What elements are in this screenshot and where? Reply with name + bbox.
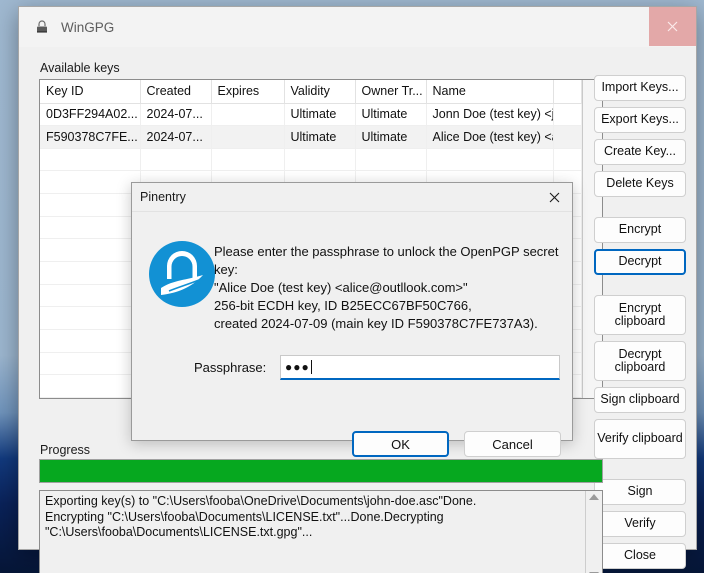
encrypt-button[interactable]: Encrypt [594, 217, 686, 243]
available-keys-label: Available keys [40, 61, 120, 75]
cell-validity: Ultimate [284, 125, 356, 149]
table-row[interactable]: 0D3FF294A02... 2024-07... Ultimate Ultim… [40, 103, 582, 127]
window-title: WinGPG [61, 19, 115, 35]
column-header-name[interactable]: Name [426, 80, 554, 104]
cell-name: Alice Doe (test key) <al... [426, 125, 554, 149]
cell-owner-trust: Ultimate [355, 103, 427, 127]
decrypt-clipboard-button[interactable]: Decrypt clipboard [594, 341, 686, 381]
action-button-column: Import Keys... Export Keys... Create Key… [594, 75, 686, 573]
column-header-expires[interactable]: Expires [211, 80, 285, 104]
pinentry-dialog: Pinentry Please enter the passphrase to … [131, 182, 573, 457]
cell-validity: Ultimate [284, 103, 356, 127]
verify-clipboard-button[interactable]: Verify clipboard [594, 419, 686, 459]
log-output-panel: Exporting key(s) to "C:\Users\fooba\OneD… [39, 490, 603, 573]
button-group-separator [594, 281, 686, 295]
cell-name: Jonn Doe (test key) <jo... [426, 103, 554, 127]
lock-icon [33, 18, 51, 36]
export-keys-button[interactable]: Export Keys... [594, 107, 686, 133]
cell-created: 2024-07... [140, 103, 212, 127]
sign-button[interactable]: Sign [594, 479, 686, 505]
create-key-button[interactable]: Create Key... [594, 139, 686, 165]
window-close-button[interactable] [649, 7, 696, 46]
cell-key-id: 0D3FF294A02... [40, 103, 141, 127]
pinentry-title-bar: Pinentry [132, 183, 572, 212]
title-bar: WinGPG [19, 7, 696, 47]
column-header-owner-trust[interactable]: Owner Tr... [355, 80, 427, 104]
pinentry-message: Please enter the passphrase to unlock th… [214, 244, 559, 331]
delete-keys-button[interactable]: Delete Keys [594, 171, 686, 197]
cell-pad [553, 103, 582, 127]
button-group-separator [594, 203, 686, 217]
pinentry-title: Pinentry [140, 190, 186, 204]
close-button[interactable]: Close [594, 543, 686, 569]
passphrase-input[interactable]: ●●● [280, 355, 560, 380]
cell-pad [553, 125, 582, 149]
column-header-validity[interactable]: Validity [284, 80, 356, 104]
button-group-separator [594, 465, 686, 479]
passphrase-value: ●●● [285, 360, 310, 374]
cell-owner-trust: Ultimate [355, 125, 427, 149]
close-icon [667, 21, 678, 32]
text-caret [310, 360, 312, 374]
cancel-button[interactable]: Cancel [464, 431, 561, 457]
cell-expires [211, 125, 285, 149]
table-row-empty [40, 148, 582, 172]
passphrase-label: Passphrase: [194, 360, 267, 375]
cell-created: 2024-07... [140, 125, 212, 149]
log-scrollbar[interactable] [585, 491, 602, 573]
sign-clipboard-button[interactable]: Sign clipboard [594, 387, 686, 413]
log-text: Exporting key(s) to "C:\Users\fooba\OneD… [45, 494, 477, 539]
column-header-key-id[interactable]: Key ID [40, 80, 141, 104]
decrypt-button[interactable]: Decrypt [594, 249, 686, 275]
import-keys-button[interactable]: Import Keys... [594, 75, 686, 101]
close-icon [549, 192, 559, 202]
pinentry-button-row: OK Cancel [352, 431, 561, 457]
keys-table-header-row: Key ID Created Expires Validity Owner Tr… [40, 80, 582, 104]
verify-button[interactable]: Verify [594, 511, 686, 537]
pinentry-padlock-logo-icon [147, 239, 217, 309]
cell-expires [211, 103, 285, 127]
column-header-created[interactable]: Created [140, 80, 212, 104]
cell-key-id: F590378C7FE... [40, 125, 141, 149]
encrypt-clipboard-button[interactable]: Encrypt clipboard [594, 295, 686, 335]
ok-button[interactable]: OK [352, 431, 449, 457]
progress-label: Progress [40, 443, 91, 457]
table-row[interactable]: F590378C7FE... 2024-07... Ultimate Ultim… [40, 125, 582, 149]
pinentry-close-button[interactable] [542, 186, 566, 208]
arrow-up-icon[interactable] [589, 494, 599, 500]
column-header-pad [553, 80, 582, 104]
pinentry-body: Please enter the passphrase to unlock th… [132, 212, 572, 469]
